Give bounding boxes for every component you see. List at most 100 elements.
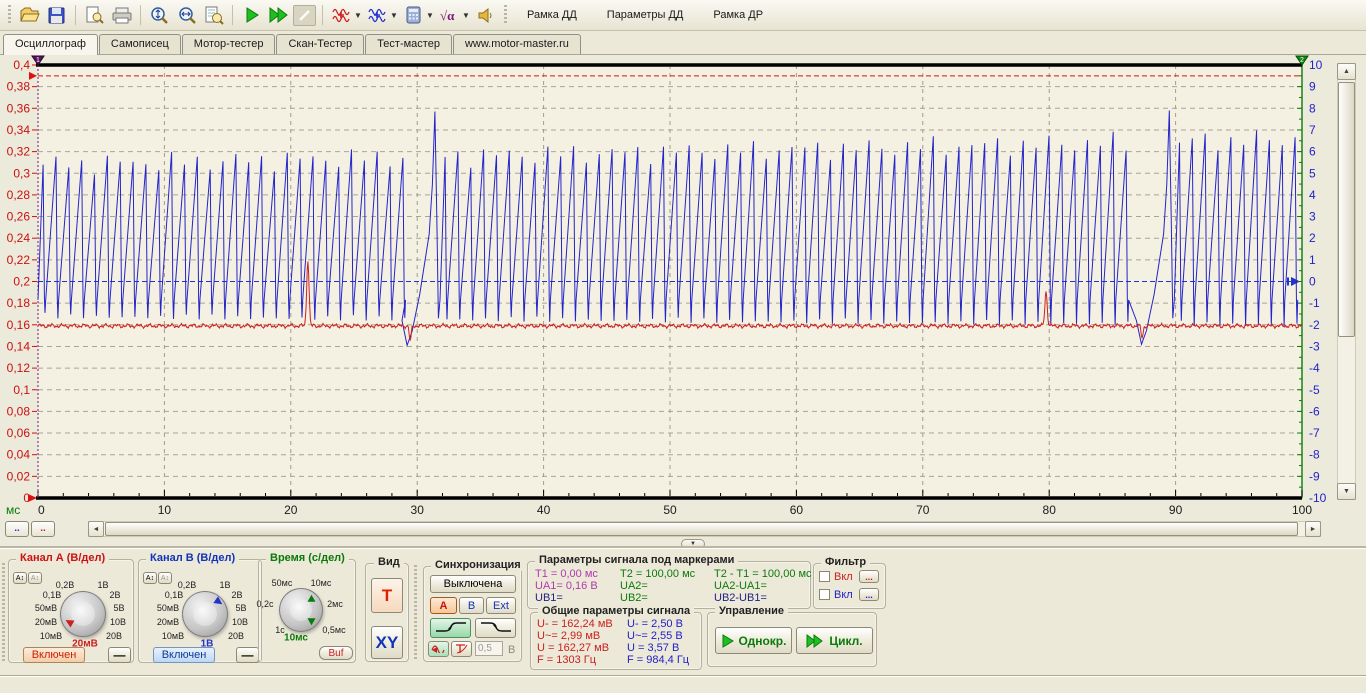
run-control-panel: Управление Однокр. Цикл.	[707, 612, 877, 667]
print-preview-button[interactable]	[82, 3, 107, 27]
svg-text:0,14: 0,14	[7, 339, 31, 353]
general-a-u: U = 162,27 мВ	[537, 642, 609, 654]
channel-b-minus-button[interactable]: —	[236, 647, 259, 663]
dropdown-caret-icon[interactable]: ▼	[390, 11, 399, 20]
menu-ramka-dd[interactable]: Рамка ДД	[513, 7, 591, 23]
general-a-udc: U- = 162,24 мВ	[537, 618, 613, 630]
knob-scale-label: 10В	[232, 617, 248, 627]
svg-text:0: 0	[38, 503, 45, 517]
svg-text:7: 7	[1309, 123, 1316, 137]
view-t-button[interactable]: Т	[371, 578, 403, 613]
svg-text:-4: -4	[1309, 361, 1320, 375]
filter-b-more-button[interactable]: ...	[859, 588, 879, 601]
zoom-vertical-button[interactable]	[147, 3, 172, 27]
save-button[interactable]	[44, 3, 69, 27]
svg-text:70: 70	[916, 503, 930, 517]
marker-t2: T2 = 100,00 мс	[620, 568, 695, 580]
knob-scale-label: 2мс	[327, 599, 343, 609]
filter-b-checkbox[interactable]	[819, 589, 830, 600]
knob-scale-label: 50мс	[272, 578, 293, 588]
tab-oscillograph[interactable]: Осциллограф	[3, 34, 98, 55]
tab-test-master[interactable]: Тест-мастер	[365, 34, 452, 54]
svg-text:100: 100	[1292, 503, 1312, 517]
svg-text:0,02: 0,02	[7, 469, 31, 483]
scroll-left-button[interactable]: ◄	[88, 521, 104, 537]
sync-falling-edge-button[interactable]	[475, 618, 516, 638]
view-title: Вид	[374, 556, 404, 568]
red-waveform-plus-icon	[332, 6, 352, 24]
filter-a-more-button[interactable]: ...	[859, 570, 879, 583]
knob-scale-label: 0,2В	[56, 580, 75, 590]
sync-source-b-button[interactable]: В	[459, 597, 484, 614]
scroll-down-button[interactable]: ▼	[1337, 483, 1356, 500]
menu-ramka-dr[interactable]: Рамка ДР	[699, 7, 777, 23]
run-cycle-button[interactable]	[266, 3, 291, 27]
channel-a-knob[interactable]	[60, 591, 106, 637]
toolbar-gripper[interactable]	[8, 5, 11, 25]
channel-a-autoshift-button[interactable]: А↕	[28, 572, 42, 584]
falling-edge-icon	[479, 620, 513, 634]
menu-parametry-dd[interactable]: Параметры ДД	[593, 7, 698, 23]
panel-gripper[interactable]	[414, 565, 417, 659]
svg-text:0,18: 0,18	[7, 296, 31, 310]
tab-samopisec[interactable]: Самописец	[99, 34, 181, 54]
channel-a-group: Канал А (В/дел) А↕ А↕ Включен — 0,2В1В0,…	[8, 559, 134, 663]
toolbar-separator	[322, 5, 323, 25]
vertical-scroll-thumb[interactable]	[1338, 82, 1355, 337]
run-single-button[interactable]	[239, 3, 264, 27]
buf-button[interactable]: Buf	[319, 646, 353, 660]
knob-scale-label: 1В	[97, 580, 108, 590]
time-knob[interactable]	[279, 588, 323, 632]
channel-b-autoshift-button[interactable]: А↕	[158, 572, 172, 584]
print-button[interactable]	[109, 3, 134, 27]
channel-b-autoscale-button[interactable]: А↕	[143, 572, 157, 584]
zoom-document-button[interactable]	[201, 3, 226, 27]
sync-source-ext-button[interactable]: Ext	[486, 597, 516, 614]
tab-scan-tester[interactable]: Скан-Тестер	[276, 34, 364, 54]
scroll-up-button[interactable]: ▲	[1337, 63, 1356, 80]
scroll-right-button[interactable]: ►	[1305, 521, 1321, 537]
panel-gripper[interactable]	[2, 563, 5, 661]
svg-text:5: 5	[1309, 166, 1316, 180]
svg-text:-9: -9	[1309, 469, 1320, 483]
knob-scale-label: 2В	[109, 590, 120, 600]
sync-level-input[interactable]	[475, 641, 503, 656]
filter-a-label: Вкл	[834, 571, 853, 583]
toolbar-gripper[interactable]	[504, 5, 507, 25]
open-file-button[interactable]	[17, 3, 42, 27]
channel-a-minus-button[interactable]: —	[108, 647, 131, 663]
sync-mode-level-button[interactable]	[428, 641, 449, 657]
horizontal-scroll-thumb[interactable]	[105, 522, 1298, 536]
dots-red-button[interactable]: ..	[31, 521, 55, 537]
tab-motor-master-site[interactable]: www.motor-master.ru	[453, 34, 581, 54]
svg-text:0,04: 0,04	[7, 448, 31, 462]
svg-text:0,22: 0,22	[7, 253, 31, 267]
dots-blue-button[interactable]: ..	[5, 521, 29, 537]
sound-button[interactable]	[473, 3, 498, 27]
channel-a-autoscale-button[interactable]: А↕	[13, 572, 27, 584]
signal-a-button[interactable]	[329, 3, 354, 27]
tab-motor-tester[interactable]: Мотор-тестер	[182, 34, 276, 54]
dropdown-caret-icon[interactable]: ▼	[462, 11, 471, 20]
sqrt-alpha-button[interactable]: √α	[437, 3, 462, 27]
sync-mode-edge-button[interactable]	[451, 641, 472, 657]
signal-b-button[interactable]	[365, 3, 390, 27]
view-xy-button[interactable]: XY	[371, 626, 403, 659]
zoom-horizontal-button[interactable]	[174, 3, 199, 27]
sync-rising-edge-button[interactable]	[430, 618, 471, 638]
svg-text:10: 10	[158, 503, 172, 517]
knob-scale-label: 20мВ	[157, 617, 179, 627]
dropdown-caret-icon[interactable]: ▼	[354, 11, 363, 20]
general-a-uac: U~= 2,99 мВ	[537, 630, 600, 642]
marker-ua1: UА1= 0,16 В	[535, 580, 598, 592]
run-cycle-large-button[interactable]: Цикл.	[796, 627, 873, 654]
dropdown-caret-icon[interactable]: ▼	[426, 11, 435, 20]
svg-text:мс: мс	[6, 503, 20, 517]
sync-source-a-button[interactable]: А	[430, 597, 457, 614]
filter-a-checkbox[interactable]	[819, 571, 830, 582]
knob-scale-label: 10В	[110, 617, 126, 627]
run-single-large-button[interactable]: Однокр.	[715, 627, 792, 654]
calculator-button[interactable]	[401, 3, 426, 27]
toolbar-separator	[75, 5, 76, 25]
sync-off-button[interactable]: Выключена	[430, 575, 516, 593]
